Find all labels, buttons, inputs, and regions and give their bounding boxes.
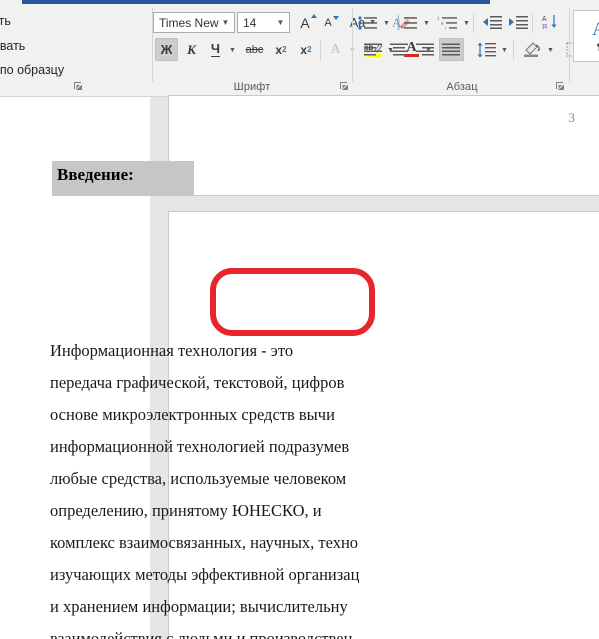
paragraph-dialog-launcher-icon[interactable] — [554, 80, 566, 92]
document-text-line[interactable]: изучающих методы эффективной организац — [50, 565, 470, 585]
paste-button[interactable]: ать — [0, 14, 11, 28]
underline-button[interactable]: Ч — [204, 38, 227, 61]
document-text-line[interactable]: определению, принятому ЮНЕСКО, и — [50, 501, 470, 521]
ribbon-group-font: Times New R ▼ 14 ▼ A A Aa — [152, 6, 432, 96]
superscript-label: x — [300, 42, 308, 57]
increase-indent-icon[interactable] — [505, 11, 531, 34]
document-text-line[interactable]: информационной технологией подразумев — [50, 437, 470, 457]
numbered-list-icon[interactable]: 1 2 3 — [395, 11, 421, 34]
subscript-index: 2 — [282, 45, 287, 54]
inline-separator — [532, 13, 533, 33]
shrink-font-label: A — [324, 16, 332, 29]
svg-text:a: a — [441, 20, 444, 25]
format-painter-button[interactable]: ат по образцу — [0, 63, 64, 77]
align-center-icon[interactable] — [387, 38, 412, 61]
italic-label: К — [187, 41, 196, 57]
italic-button[interactable]: К — [180, 38, 203, 61]
grow-font-button[interactable]: A — [294, 11, 317, 34]
clipboard-group-label: ена — [0, 81, 72, 93]
superscript-button[interactable]: x2 — [294, 38, 318, 61]
bullet-list-icon[interactable] — [355, 11, 381, 34]
clipboard-dialog-launcher-icon[interactable] — [72, 80, 84, 92]
document-text-line[interactable]: комплекс взаимосвязанных, научных, техно — [50, 533, 470, 553]
document-page-previous[interactable]: 3 — [168, 95, 599, 196]
chevron-down-icon[interactable]: ▼ — [274, 18, 287, 27]
shading-chevron-down-icon[interactable]: ▼ — [545, 38, 556, 62]
font-dialog-launcher-icon[interactable] — [338, 80, 350, 92]
triangle-up-icon — [310, 13, 317, 18]
font-size-input[interactable]: 14 ▼ — [237, 12, 290, 33]
document-text-line[interactable]: и хранением информации; вычислительну — [50, 597, 470, 617]
numbering-chevron-down-icon[interactable]: ▼ — [421, 11, 432, 35]
text-effects-button[interactable]: A — [324, 38, 347, 61]
bullets-chevron-down-icon[interactable]: ▼ — [381, 11, 392, 35]
inline-separator — [320, 40, 321, 60]
ribbon-group-clipboard: ать ровать ат по образцу ена — [0, 6, 152, 96]
group-separator — [352, 8, 353, 82]
document-text-line[interactable]: передача графической, текстовой, цифров — [50, 373, 470, 393]
font-name-value: Times New R — [159, 15, 219, 30]
ribbon-group-paragraph: ▼ 1 2 3 ▼ 1 a i ▼ А Я ▼ ▼ Абзац — [355, 6, 597, 96]
superscript-index: 2 — [307, 45, 312, 54]
inline-separator — [473, 13, 474, 33]
multilevel-list-icon[interactable]: 1 a i — [435, 11, 461, 34]
svg-text:3: 3 — [397, 25, 400, 31]
strikethrough-label: abc — [245, 43, 264, 56]
document-text-line[interactable]: Информационная технология - это — [50, 341, 470, 361]
bold-button[interactable]: Ж — [155, 38, 178, 61]
strikethrough-button[interactable]: abc — [242, 38, 267, 61]
svg-text:i: i — [445, 25, 446, 30]
style-preview-letter: A — [592, 19, 599, 40]
page-number: 3 — [568, 110, 576, 125]
shrink-font-button[interactable]: A — [317, 11, 339, 34]
multilevel-chevron-down-icon[interactable]: ▼ — [461, 11, 472, 35]
active-tab-underline — [22, 0, 490, 4]
subscript-button[interactable]: x2 — [269, 38, 293, 61]
text-effects-label: A — [330, 41, 341, 57]
document-text-line[interactable]: основе микроэлектронных средств вычи — [50, 405, 470, 425]
paragraph-group-label: Абзац — [446, 81, 478, 93]
font-name-input[interactable]: Times New R ▼ — [153, 12, 235, 33]
group-separator — [569, 8, 570, 82]
copy-button[interactable]: ровать — [0, 39, 25, 53]
svg-text:1: 1 — [437, 15, 440, 20]
justify-icon[interactable] — [439, 38, 464, 61]
font-group-label: Шрифт — [233, 81, 271, 93]
style-gallery-item-normal[interactable]: A ¶ — [573, 10, 599, 62]
decrease-indent-icon[interactable] — [479, 11, 505, 34]
line-spacing-chevron-down-icon[interactable]: ▼ — [499, 38, 510, 62]
triangle-down-icon — [332, 15, 339, 20]
svg-text:Я: Я — [542, 24, 547, 31]
bold-label: Ж — [160, 42, 173, 57]
ribbon: ать ровать ат по образцу ена Times New R… — [0, 0, 599, 97]
ribbon-group-styles: A ¶ — [573, 6, 599, 96]
word-window: ать ровать ат по образцу ена Times New R… — [0, 0, 599, 639]
document-text-line[interactable]: любые средства, используемые человеком — [50, 469, 470, 489]
document-text-line[interactable]: взаимодействия с людьми и производствен — [50, 629, 470, 639]
font-size-value: 14 — [243, 15, 257, 30]
document-heading-selected[interactable]: Введение: — [52, 161, 194, 196]
svg-text:А: А — [542, 16, 547, 23]
chevron-down-icon[interactable]: ▼ — [219, 18, 232, 27]
inline-separator — [513, 40, 514, 60]
align-left-icon[interactable] — [361, 38, 386, 61]
underline-options-chevron-down-icon[interactable]: ▼ — [227, 38, 238, 62]
underline-label: Ч — [210, 41, 221, 57]
sort-icon[interactable]: А Я — [537, 11, 563, 34]
align-right-icon[interactable] — [413, 38, 438, 61]
subscript-label: x — [275, 42, 283, 57]
shading-icon[interactable] — [519, 38, 545, 61]
grow-font-label: A — [300, 14, 310, 31]
line-spacing-icon[interactable] — [473, 38, 499, 61]
